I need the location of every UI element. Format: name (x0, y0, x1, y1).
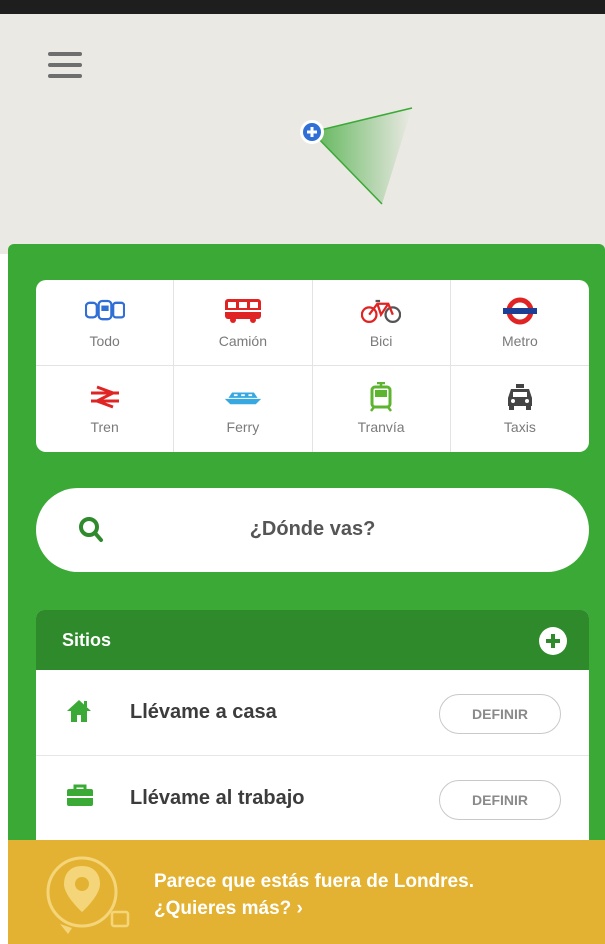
status-bar (0, 0, 605, 14)
mode-metro[interactable]: Metro (450, 280, 589, 366)
mode-label: Camión (218, 332, 267, 349)
mode-ferry[interactable]: Ferry (174, 366, 313, 452)
briefcase-icon (67, 784, 93, 806)
places-card: Sitios Llévame a casa DEFINIR Llévame al… (36, 610, 589, 840)
mode-tram[interactable]: Tranvía (313, 366, 451, 452)
mode-taxi[interactable]: Taxis (451, 366, 589, 452)
mode-label: Todo (89, 332, 120, 349)
home-icon (67, 700, 91, 722)
place-label: Llévame al trabajo (130, 787, 305, 809)
search-placeholder: ¿Dónde vas? (249, 518, 376, 540)
ferry-icon (223, 383, 263, 411)
mode-all[interactable]: Todo (36, 280, 175, 366)
banner-text[interactable]: Parece que estás fuera de Londres. ¿Quie… (154, 868, 514, 922)
place-home-row[interactable]: Llévame a casa DEFINIR (36, 670, 589, 756)
define-work-button[interactable]: DEFINIR (439, 780, 561, 820)
mode-train[interactable]: Tren (36, 366, 175, 452)
place-label: Llévame a casa (130, 701, 277, 723)
hamburger-menu-icon[interactable] (48, 52, 88, 88)
mode-label: Tranvía (357, 419, 405, 435)
mode-label: Bici (369, 332, 393, 349)
transport-mode-grid: Todo Camión Bici Metro Tren Ferry Tranví… (36, 280, 589, 452)
mode-bike[interactable]: Bici (312, 280, 451, 366)
places-header: Sitios (36, 610, 589, 670)
mode-label: Metro (501, 332, 538, 349)
underground-roundel-icon (500, 297, 540, 325)
current-location-icon (300, 107, 413, 205)
bus-icon (223, 297, 263, 325)
place-work-row[interactable]: Llévame al trabajo DEFINIR (36, 756, 589, 840)
mode-label: Taxis (503, 419, 536, 435)
places-title: Sitios (62, 630, 112, 650)
taxi-icon (500, 383, 540, 411)
tram-icon (361, 382, 401, 412)
mode-bus[interactable]: Camión (174, 280, 313, 366)
national-rail-icon (85, 383, 125, 411)
define-home-button[interactable]: DEFINIR (439, 694, 561, 734)
outside-london-banner[interactable]: Parece que estás fuera de Londres. ¿Quie… (8, 840, 605, 944)
map-pin-globe-icon (46, 856, 130, 934)
mode-label: Tren (90, 419, 119, 435)
search-input[interactable]: ¿Dónde vas? (36, 488, 589, 572)
all-transport-icon (84, 297, 125, 325)
add-place-button[interactable] (539, 627, 567, 655)
bicycle-icon (361, 297, 402, 325)
mode-label: Ferry (226, 419, 260, 435)
